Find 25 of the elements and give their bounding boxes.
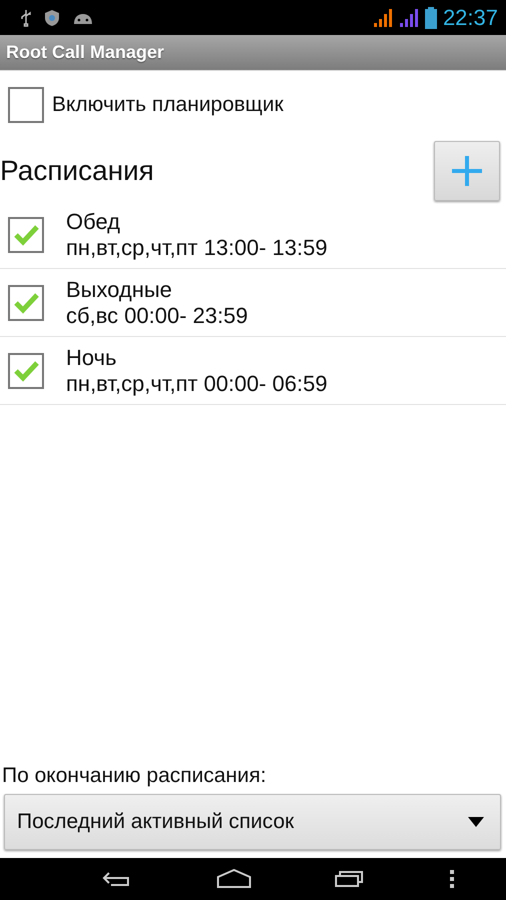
menu-icon[interactable] (448, 869, 455, 889)
app-title: Root Call Manager (6, 42, 164, 63)
dropdown[interactable]: Последний активный список (4, 794, 501, 850)
checkbox[interactable] (8, 87, 44, 123)
home-icon[interactable] (216, 869, 252, 889)
checkbox[interactable] (8, 284, 44, 320)
section-heading: Расписания (0, 155, 154, 187)
signal-icon (372, 8, 393, 28)
schedule-name: Выходные (66, 276, 172, 302)
checkbox[interactable] (8, 352, 44, 388)
schedule-name: Обед (66, 208, 120, 234)
schedule-name: Ночь (66, 344, 117, 370)
clock-time: 22:37 (442, 4, 498, 30)
checkbox[interactable] (8, 216, 44, 252)
shield-icon (44, 8, 60, 26)
usb-icon (20, 8, 32, 26)
plus-icon (450, 154, 484, 188)
battery-icon (424, 6, 437, 28)
caret-icon (468, 817, 484, 827)
schedule-details: пн,вт,ср,чт,пт 00:00- 06:59 (66, 370, 328, 396)
schedule-details: пн,вт,ср,чт,пт 13:00- 13:59 (66, 234, 328, 260)
schedule-details: сб,вс 00:00- 23:59 (66, 302, 248, 328)
checkbox-label: Включить планировщик (52, 93, 284, 117)
signal-icon (398, 8, 419, 28)
field-label: По окончанию расписания: (1, 764, 268, 788)
